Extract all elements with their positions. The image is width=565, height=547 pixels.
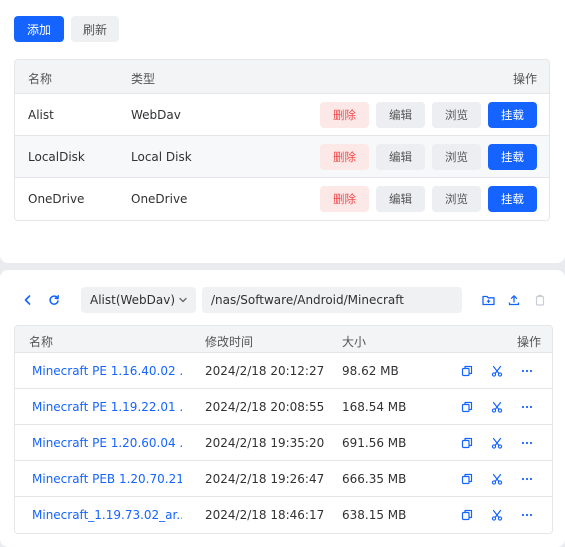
edit-button[interactable]: 编辑 <box>376 144 425 170</box>
new-folder-icon[interactable] <box>480 292 496 308</box>
copy-icon[interactable] <box>460 508 474 522</box>
chevron-down-icon <box>178 295 188 305</box>
copy-icon[interactable] <box>460 436 474 450</box>
storage-table: 名称 类型 操作 Alist WebDav 删除 编辑 浏览 挂载 LocalD… <box>14 59 550 221</box>
storage-type: Local Disk <box>131 150 192 164</box>
column-header-actions: 操作 <box>513 72 538 86</box>
more-icon[interactable] <box>520 400 534 414</box>
cut-icon[interactable] <box>490 400 504 414</box>
file-modified: 2024/2/18 18:46:17 <box>205 508 325 522</box>
file-size: 638.15 MB <box>342 508 407 522</box>
cut-icon[interactable] <box>490 472 504 486</box>
file-name-link[interactable]: Minecraft_1.19.73.02_ar... <box>32 508 182 522</box>
file-modified: 2024/2/18 20:12:27 <box>205 364 325 378</box>
file-size: 691.56 MB <box>342 436 407 450</box>
column-header-actions: 操作 <box>517 335 542 349</box>
mount-button[interactable]: 挂载 <box>488 144 537 170</box>
table-row: Alist WebDav 删除 编辑 浏览 挂载 <box>15 94 549 136</box>
storage-panel: 添加 刷新 名称 类型 操作 Alist WebDav 删除 编辑 浏览 挂载 … <box>0 0 565 263</box>
file-name-link[interactable]: Minecraft PEB 1.20.70.21... <box>32 472 182 486</box>
cut-icon[interactable] <box>490 508 504 522</box>
datasource-select[interactable]: Alist(WebDav) <box>81 287 196 313</box>
storage-name: Alist <box>28 108 54 122</box>
table-row: Minecraft PE 1.16.40.02 ... 2024/2/18 20… <box>15 353 552 389</box>
mount-button[interactable]: 挂载 <box>488 186 537 212</box>
column-header-name: 名称 <box>29 335 54 349</box>
file-modified: 2024/2/18 19:26:47 <box>205 472 325 486</box>
table-row: LocalDisk Local Disk 删除 编辑 浏览 挂载 <box>15 136 549 178</box>
file-modified: 2024/2/18 20:08:55 <box>205 400 325 414</box>
datasource-selected-value: Alist(WebDav) <box>90 293 176 307</box>
file-name-link[interactable]: Minecraft PE 1.16.40.02 ... <box>32 364 182 378</box>
table-row: Minecraft PE 1.20.60.04 ... 2024/2/18 19… <box>15 425 552 461</box>
table-row: Minecraft PE 1.19.22.01 ... 2024/2/18 20… <box>15 389 552 425</box>
file-size: 168.54 MB <box>342 400 407 414</box>
storage-type: WebDav <box>131 108 181 122</box>
file-size: 666.35 MB <box>342 472 407 486</box>
refresh-button[interactable]: 刷新 <box>71 16 119 42</box>
file-modified: 2024/2/18 19:35:20 <box>205 436 325 450</box>
column-header-size: 大小 <box>342 335 367 349</box>
edit-button[interactable]: 编辑 <box>376 102 425 128</box>
table-row: Minecraft_1.19.73.02_ar... 2024/2/18 18:… <box>15 497 552 533</box>
paste-icon[interactable] <box>532 292 548 308</box>
column-header-modified: 修改时间 <box>205 335 254 349</box>
more-icon[interactable] <box>520 508 534 522</box>
copy-icon[interactable] <box>460 364 474 378</box>
file-browser-panel: Alist(WebDav) 名称 修改时间 大小 操作 Minecraft PE… <box>0 270 565 547</box>
cut-icon[interactable] <box>490 364 504 378</box>
cut-icon[interactable] <box>490 436 504 450</box>
storage-name: OneDrive <box>28 192 85 206</box>
storage-type: OneDrive <box>131 192 188 206</box>
browse-button[interactable]: 浏览 <box>432 144 481 170</box>
delete-button[interactable]: 删除 <box>320 144 369 170</box>
table-row: OneDrive OneDrive 删除 编辑 浏览 挂载 <box>15 178 549 220</box>
more-icon[interactable] <box>520 364 534 378</box>
file-name-link[interactable]: Minecraft PE 1.20.60.04 ... <box>32 436 182 450</box>
delete-button[interactable]: 删除 <box>320 186 369 212</box>
column-header-name: 名称 <box>28 72 53 86</box>
file-size: 98.62 MB <box>342 364 399 378</box>
mount-button[interactable]: 挂载 <box>488 102 537 128</box>
upload-icon[interactable] <box>506 292 522 308</box>
file-name-link[interactable]: Minecraft PE 1.19.22.01 ... <box>32 400 182 414</box>
reload-icon[interactable] <box>46 292 62 308</box>
copy-icon[interactable] <box>460 400 474 414</box>
edit-button[interactable]: 编辑 <box>376 186 425 212</box>
browse-button[interactable]: 浏览 <box>432 186 481 212</box>
table-header: 名称 修改时间 大小 操作 <box>15 326 552 353</box>
delete-button[interactable]: 删除 <box>320 102 369 128</box>
browse-button[interactable]: 浏览 <box>432 102 481 128</box>
more-icon[interactable] <box>520 472 534 486</box>
table-header: 名称 类型 操作 <box>15 60 549 94</box>
path-input[interactable] <box>202 287 462 313</box>
more-icon[interactable] <box>520 436 534 450</box>
back-icon[interactable] <box>20 292 36 308</box>
add-button[interactable]: 添加 <box>14 16 64 42</box>
file-table: 名称 修改时间 大小 操作 Minecraft PE 1.16.40.02 ..… <box>14 325 553 534</box>
storage-name: LocalDisk <box>28 150 85 164</box>
copy-icon[interactable] <box>460 472 474 486</box>
column-header-type: 类型 <box>131 72 156 86</box>
table-row: Minecraft PEB 1.20.70.21... 2024/2/18 19… <box>15 461 552 497</box>
